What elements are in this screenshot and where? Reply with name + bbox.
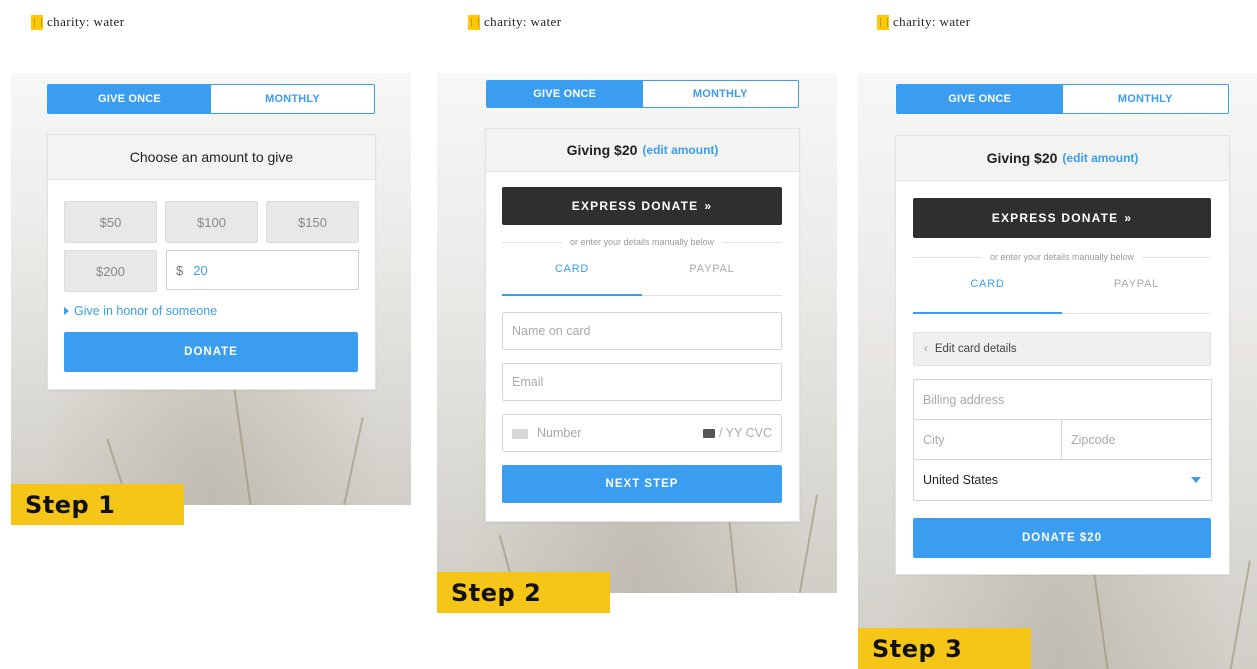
tab-paypal[interactable]: PAYPAL [1062, 274, 1211, 313]
express-donate-label: EXPRESS DONATE [571, 199, 699, 213]
expiry-cvc-placeholder: / YY CVC [702, 426, 772, 440]
tab-monthly[interactable]: MONTHLY [1063, 85, 1229, 113]
express-donate-button[interactable]: EXPRESS DONATE » [502, 187, 782, 225]
credit-card-icon [512, 428, 528, 439]
billing-address-field[interactable]: Billing address [914, 380, 1211, 420]
caret-right-icon [64, 307, 69, 315]
brand-logo[interactable]: charity: water [31, 14, 124, 30]
tab-give-once[interactable]: GIVE ONCE [897, 85, 1063, 113]
step-3-label: Step 3 [858, 628, 1031, 669]
card-id-icon [702, 429, 715, 439]
city-field[interactable]: City [914, 420, 1062, 459]
express-donate-button[interactable]: EXPRESS DONATE » [913, 198, 1211, 238]
next-step-button[interactable]: NEXT STEP [502, 465, 782, 503]
payment-method-tabs: CARD PAYPAL [502, 259, 782, 296]
amount-option-150[interactable]: $150 [266, 201, 359, 243]
tab-give-once[interactable]: GIVE ONCE [487, 81, 643, 107]
brand-name: charity: water [893, 14, 971, 29]
amount-heading-text: Choose an amount to give [129, 149, 294, 165]
amount-option-100[interactable]: $100 [165, 201, 258, 243]
amount-option-50[interactable]: $50 [64, 201, 157, 243]
custom-amount-value: 20 [193, 262, 208, 278]
amount-card: Choose an amount to give $50 $100 $150 $… [47, 134, 376, 390]
zipcode-field[interactable]: Zipcode [1062, 420, 1211, 459]
giving-heading: Giving $20 (edit amount) [896, 136, 1229, 181]
express-donate-label: EXPRESS DONATE [991, 211, 1119, 225]
country-select[interactable]: United States [914, 460, 1211, 500]
frequency-toggle-2: GIVE ONCE MONTHLY [486, 80, 799, 108]
payment-method-tabs: CARD PAYPAL [913, 274, 1211, 314]
tab-card[interactable]: CARD [502, 259, 642, 296]
country-value: United States [923, 473, 999, 487]
double-chevron-right-icon: » [704, 199, 713, 213]
tab-card[interactable]: CARD [913, 274, 1062, 314]
brand-name: charity: water [484, 14, 562, 29]
tab-paypal[interactable]: PAYPAL [642, 259, 782, 295]
email-field[interactable]: Email [502, 363, 782, 401]
brand-name: charity: water [47, 14, 125, 29]
giving-amount: Giving $20 [986, 150, 1058, 166]
name-on-card-field[interactable]: Name on card [502, 312, 782, 350]
amount-option-200[interactable]: $200 [64, 250, 157, 292]
honor-link-text: Give in honor of someone [74, 304, 218, 318]
city-zip-row: City Zipcode [914, 420, 1211, 460]
custom-amount-input[interactable]: $ 20 [166, 250, 359, 290]
edit-card-details-label: Edit card details [934, 343, 1017, 355]
tab-monthly[interactable]: MONTHLY [643, 81, 799, 107]
manual-divider: or enter your details manually below [502, 237, 783, 247]
jerrycan-icon [468, 14, 480, 30]
edit-amount-link[interactable]: (edit amount) [642, 143, 718, 157]
card-number-field[interactable]: Number / YY CVC [502, 414, 782, 452]
frequency-toggle-3: GIVE ONCE MONTHLY [896, 84, 1229, 114]
brand-logo-2[interactable]: charity: water [468, 14, 561, 30]
currency-symbol: $ [176, 262, 184, 278]
caret-down-icon [1191, 477, 1201, 483]
chevron-left-icon: ‹ [924, 343, 928, 355]
card-number-placeholder: Number [512, 426, 581, 440]
step-2-label: Step 2 [437, 572, 610, 613]
double-chevron-right-icon: » [1124, 211, 1133, 225]
donate-20-button[interactable]: DONATE $20 [913, 518, 1211, 558]
billing-address-group: Billing address City Zipcode United Stat… [913, 379, 1212, 501]
payment-card-2: Giving $20 (edit amount) EXPRESS DONATE … [485, 128, 800, 522]
giving-heading: Giving $20 (edit amount) [486, 129, 799, 172]
amount-heading: Choose an amount to give [48, 135, 375, 180]
tab-monthly[interactable]: MONTHLY [211, 85, 374, 113]
manual-divider-text: or enter your details manually below [989, 252, 1135, 262]
step-1-label: Step 1 [11, 484, 184, 525]
jerrycan-icon [877, 14, 889, 30]
donate-button[interactable]: DONATE [64, 332, 358, 372]
brand-logo-3[interactable]: charity: water [877, 14, 970, 30]
tab-give-once[interactable]: GIVE ONCE [48, 85, 211, 113]
jerrycan-icon [31, 14, 43, 30]
edit-card-details-button[interactable]: ‹ Edit card details [913, 332, 1211, 366]
honor-link[interactable]: Give in honor of someone [64, 304, 217, 318]
manual-divider: or enter your details manually below [913, 252, 1212, 262]
payment-card-3: Giving $20 (edit amount) EXPRESS DONATE … [895, 135, 1230, 575]
edit-amount-link[interactable]: (edit amount) [1062, 151, 1138, 165]
manual-divider-text: or enter your details manually below [569, 237, 715, 247]
frequency-toggle-1: GIVE ONCE MONTHLY [47, 84, 375, 114]
giving-amount: Giving $20 [566, 142, 638, 158]
